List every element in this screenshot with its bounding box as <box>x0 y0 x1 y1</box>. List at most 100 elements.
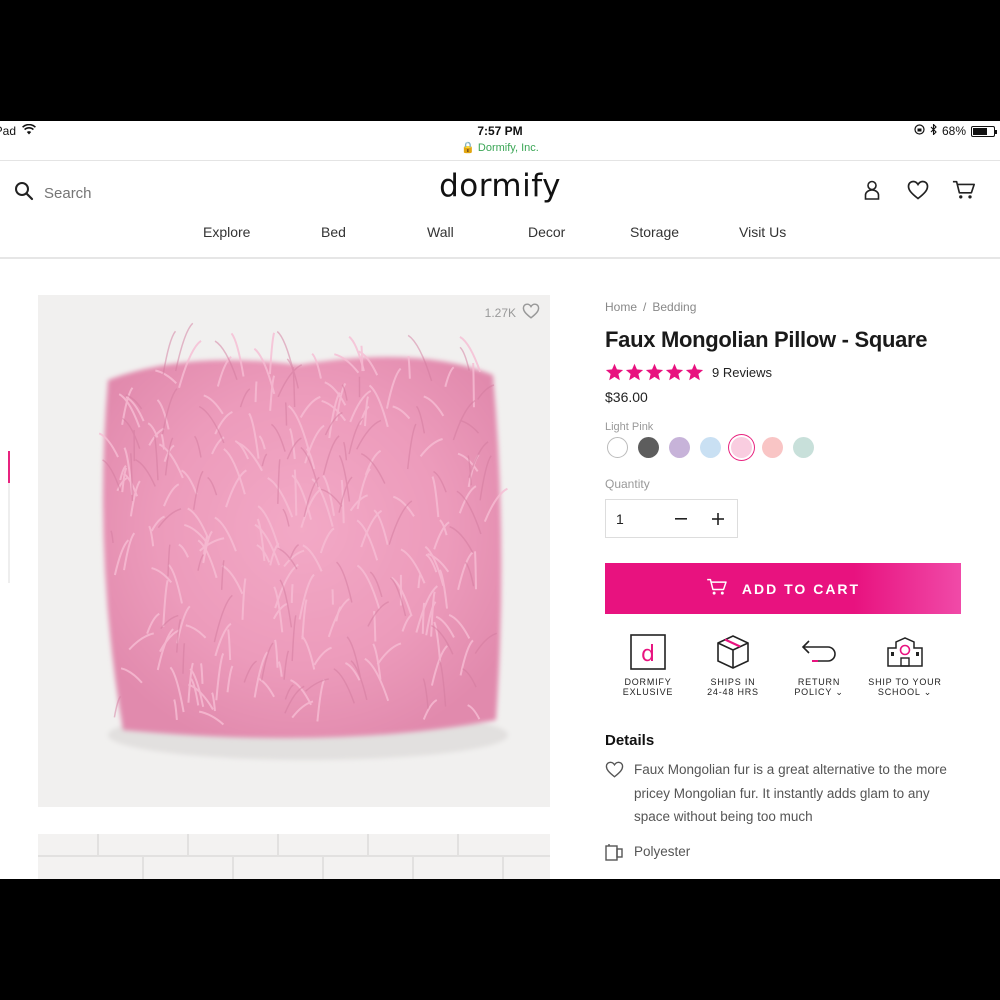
fur-strand <box>360 345 364 372</box>
badge-text: SHIPS IN 24-48 HRS <box>693 677 773 697</box>
nav-visit-us[interactable]: Visit Us <box>739 224 786 240</box>
badge-line1: RETURN <box>797 677 841 687</box>
add-to-cart-label: ADD TO CART <box>741 580 861 597</box>
like-count-text: 1.27K <box>484 305 516 320</box>
reviews-link[interactable]: 9 Reviews <box>712 365 772 380</box>
star-icon <box>645 363 664 381</box>
fur-strand <box>284 402 288 426</box>
product-image[interactable]: 1.27K <box>38 295 550 807</box>
bluetooth-icon <box>930 123 937 138</box>
school-icon <box>865 633 945 671</box>
status-bar: iPad 7:57 PM 🔒 Dormify, Inc. 68% <box>0 121 1000 161</box>
breadcrumb-home[interactable]: Home <box>605 300 637 314</box>
quantity-input[interactable] <box>606 510 662 527</box>
badge-line2: POLICY <box>794 687 832 697</box>
breadcrumb-separator: / <box>643 300 647 314</box>
star-icon <box>665 363 684 381</box>
quantity-stepper <box>605 499 738 538</box>
cart-icon[interactable] <box>952 178 976 202</box>
product-price: $36.00 <box>605 389 648 405</box>
details-heading: Details <box>605 732 655 749</box>
quantity-increase-button[interactable] <box>700 500 738 538</box>
color-swatch[interactable] <box>731 437 752 458</box>
nav-decor[interactable]: Decor <box>528 224 565 240</box>
color-swatches <box>607 437 814 458</box>
heart-outline-icon[interactable] <box>522 303 540 322</box>
nav-wall[interactable]: Wall <box>427 224 454 240</box>
nav-explore[interactable]: Explore <box>203 224 250 240</box>
badge-line1: DORMIFY <box>624 677 672 687</box>
product-badges: d DORMIFY EXLUSIVE SHIPS IN 24-48 HRS RETU… <box>612 633 952 697</box>
chevron-down-icon: ⌄ <box>923 687 933 697</box>
account-icon[interactable] <box>860 178 884 202</box>
heart-icon[interactable] <box>906 178 930 202</box>
star-rating[interactable] <box>605 363 704 381</box>
heart-outline-icon <box>605 761 624 829</box>
color-swatch[interactable] <box>762 437 783 458</box>
svg-text:d: d <box>641 642 655 667</box>
header-actions <box>860 178 976 202</box>
site-url[interactable]: 🔒 Dormify, Inc. <box>0 141 1000 154</box>
dormify-d-icon: d <box>608 633 688 671</box>
battery-fill <box>973 127 987 135</box>
badge-line2: SCHOOL <box>877 687 921 697</box>
clock: 7:57 PM <box>477 124 523 138</box>
nav-bed[interactable]: Bed <box>321 224 346 240</box>
fabric-tag-icon <box>605 843 624 866</box>
product-image-secondary[interactable] <box>38 834 550 879</box>
badge-line2: EXLUSIVE <box>622 687 674 697</box>
badge-line2: 24-48 HRS <box>707 687 759 697</box>
fur-strand <box>254 381 258 403</box>
detail-description-row: Faux Mongolian fur is a great alternativ… <box>605 758 964 829</box>
quantity-decrease-button[interactable] <box>662 500 700 538</box>
nav-storage[interactable]: Storage <box>630 224 679 240</box>
color-swatch[interactable] <box>793 437 814 458</box>
like-counter[interactable]: 1.27K <box>485 303 540 322</box>
badge-ships-fast: SHIPS IN 24-48 HRS <box>693 633 773 697</box>
return-arrow-icon <box>779 633 859 671</box>
ipad-screen: iPad 7:57 PM 🔒 Dormify, Inc. 68% <box>0 121 1000 879</box>
badge-text: RETURN POLICY ⌄ <box>779 677 859 697</box>
cart-icon <box>706 578 728 599</box>
status-center: 7:57 PM 🔒 Dormify, Inc. <box>0 124 1000 154</box>
product-rating: 9 Reviews <box>605 363 772 381</box>
battery-percent: 68% <box>941 124 966 138</box>
color-swatch[interactable] <box>638 437 659 458</box>
battery-icon <box>971 125 997 137</box>
fur-strand <box>473 551 478 590</box>
badge-line1: SHIP TO YOUR <box>868 677 942 687</box>
color-swatch[interactable] <box>607 437 628 458</box>
detail-material-row: Polyester <box>605 840 964 866</box>
gallery-track[interactable] <box>8 483 10 583</box>
badge-ship-to-school[interactable]: SHIP TO YOUR SCHOOL ⌄ <box>865 633 945 697</box>
add-to-cart-button[interactable]: ADD TO CART <box>605 563 961 614</box>
main-nav: Explore Bed Wall Decor Storage Visit Us <box>0 224 1000 248</box>
rotation-lock-icon <box>914 124 925 138</box>
dormify-logo[interactable]: dormify <box>0 168 1000 204</box>
selected-color-label: Light Pink <box>605 421 654 433</box>
lock-icon: 🔒 <box>461 142 475 154</box>
badge-return-policy[interactable]: RETURN POLICY ⌄ <box>779 633 859 697</box>
pink-fur-pillow-image <box>38 295 550 807</box>
minus-icon <box>674 517 687 520</box>
breadcrumb: Home / Bedding <box>605 300 696 314</box>
badge-text: SHIP TO YOUR SCHOOL ⌄ <box>865 677 945 697</box>
fur-strand <box>290 584 294 603</box>
quantity-label: Quantity <box>605 477 650 491</box>
product-description: Faux Mongolian fur is a great alternativ… <box>634 762 947 824</box>
star-icon <box>625 363 644 381</box>
box-icon <box>693 633 773 671</box>
gallery-active-indicator[interactable] <box>8 451 10 483</box>
breadcrumb-bedding[interactable]: Bedding <box>652 300 696 314</box>
site-header: dormify Explore Bed Wall Decor Storage V… <box>0 161 1000 259</box>
chevron-down-icon: ⌄ <box>835 687 844 697</box>
plus-icon <box>712 512 725 525</box>
color-swatch[interactable] <box>700 437 721 458</box>
status-right: 68% <box>914 123 997 138</box>
badge-text: DORMIFY EXLUSIVE <box>608 677 688 697</box>
site-name: Dormify, Inc. <box>477 142 539 154</box>
badge-dormify-exclusive: d DORMIFY EXLUSIVE <box>608 633 688 697</box>
star-icon <box>685 363 704 381</box>
color-swatch[interactable] <box>669 437 690 458</box>
brick-wall-image <box>38 834 550 879</box>
